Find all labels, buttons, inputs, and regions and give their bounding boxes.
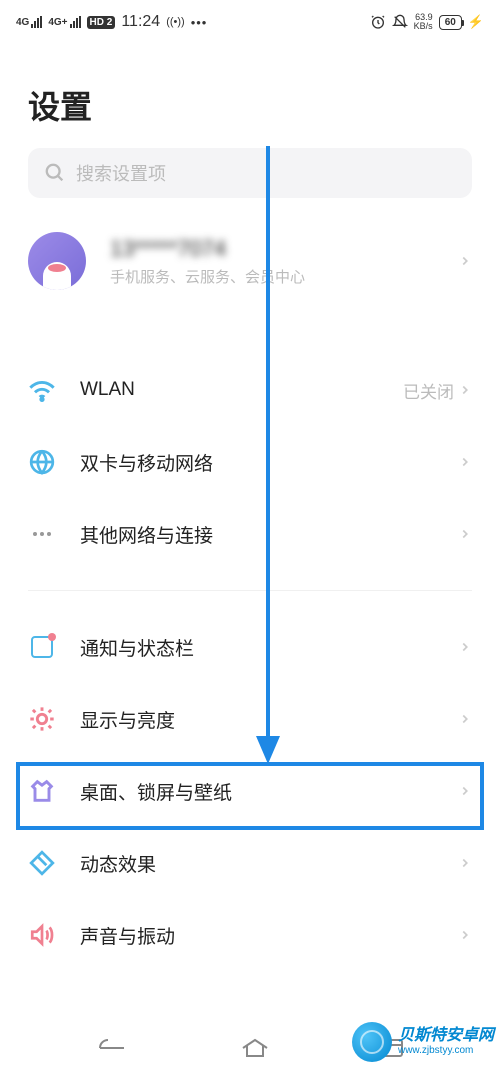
- avatar: [28, 232, 86, 290]
- settings-value: 已关闭: [403, 378, 454, 403]
- watermark-logo-icon: [352, 1022, 392, 1062]
- sim2-label: 4G+: [48, 17, 67, 28]
- globe-icon: [28, 448, 56, 476]
- sim1-label: 4G: [16, 17, 29, 28]
- alarm-icon: [370, 14, 386, 30]
- nav-home-button[interactable]: [241, 1038, 269, 1058]
- battery-icon: 60: [439, 15, 462, 30]
- status-left: 4G 4G+ HD 2 11:24 ((•)) •••: [16, 13, 207, 31]
- profile-text: 13*****7074 手机服务、云服务、会员中心: [110, 236, 458, 287]
- search-icon: [44, 162, 66, 184]
- settings-label: 其他网络与连接: [80, 521, 458, 548]
- watermark: 贝斯特安卓网 www.zjbstyy.com: [352, 1022, 494, 1062]
- profile-row[interactable]: 13*****7074 手机服务、云服务、会员中心: [0, 218, 500, 304]
- chevron-right-icon: [458, 928, 472, 942]
- settings-row-notification[interactable]: 通知与状态栏: [0, 611, 500, 683]
- settings-label: 动态效果: [80, 850, 458, 877]
- sim1-signal: 4G: [16, 16, 42, 28]
- nav-back-button[interactable]: [96, 1038, 128, 1058]
- shirt-icon: [28, 777, 56, 805]
- sim2-signal: 4G+: [48, 16, 80, 28]
- chevron-right-icon: [458, 856, 472, 870]
- sim2-bars-icon: [70, 16, 81, 28]
- settings-row-wlan[interactable]: WLAN 已关闭: [0, 354, 500, 426]
- settings-row-display[interactable]: 显示与亮度: [0, 683, 500, 755]
- notification-icon: [28, 633, 56, 661]
- settings-label: 显示与亮度: [80, 706, 458, 733]
- settings-label: WLAN: [80, 379, 403, 401]
- chevron-right-icon: [458, 784, 472, 798]
- charging-icon: ⚡: [468, 14, 484, 30]
- hd-badge: HD 2: [87, 16, 116, 29]
- chevron-right-icon: [458, 383, 472, 397]
- chevron-right-icon: [458, 527, 472, 541]
- settings-row-animation[interactable]: 动态效果: [0, 827, 500, 899]
- search-placeholder: 搜索设置项: [76, 160, 166, 186]
- settings-label: 桌面、锁屏与壁纸: [80, 778, 458, 805]
- watermark-title: 贝斯特安卓网: [398, 1027, 494, 1045]
- watermark-url: www.zjbstyy.com: [398, 1045, 494, 1057]
- more-icon: •••: [191, 15, 208, 30]
- diamond-icon: [28, 849, 56, 877]
- settings-row-wallpaper[interactable]: 桌面、锁屏与壁纸: [0, 755, 500, 827]
- chevron-right-icon: [458, 455, 472, 469]
- status-time: 11:24: [121, 13, 160, 31]
- chevron-right-icon: [458, 640, 472, 654]
- profile-subtitle: 手机服务、云服务、会员中心: [110, 266, 458, 287]
- chevron-right-icon: [458, 712, 472, 726]
- settings-row-sim[interactable]: 双卡与移动网络: [0, 426, 500, 498]
- sim1-bars-icon: [31, 16, 42, 28]
- divider: [28, 590, 472, 591]
- wifi-icon: [28, 376, 56, 404]
- settings-row-sound[interactable]: 声音与振动: [0, 899, 500, 971]
- search-input[interactable]: 搜索设置项: [28, 148, 472, 198]
- status-bar: 4G 4G+ HD 2 11:24 ((•)) ••• 63.9 KB/s 60…: [0, 0, 500, 44]
- brightness-icon: [28, 705, 56, 733]
- speaker-icon: [28, 921, 56, 949]
- mute-icon: [392, 14, 408, 30]
- status-right: 63.9 KB/s 60 ⚡: [370, 13, 484, 31]
- data-rate: 63.9 KB/s: [414, 13, 433, 31]
- hotspot-icon: ((•)): [166, 16, 185, 28]
- settings-label: 双卡与移动网络: [80, 449, 458, 476]
- settings-label: 通知与状态栏: [80, 634, 458, 661]
- profile-name: 13*****7074: [110, 236, 458, 262]
- data-rate-unit: KB/s: [414, 22, 433, 31]
- dots-icon: [28, 520, 56, 548]
- settings-row-other-network[interactable]: 其他网络与连接: [0, 498, 500, 570]
- settings-label: 声音与振动: [80, 922, 458, 949]
- page-title: 设置: [0, 44, 500, 148]
- chevron-right-icon: [458, 254, 472, 268]
